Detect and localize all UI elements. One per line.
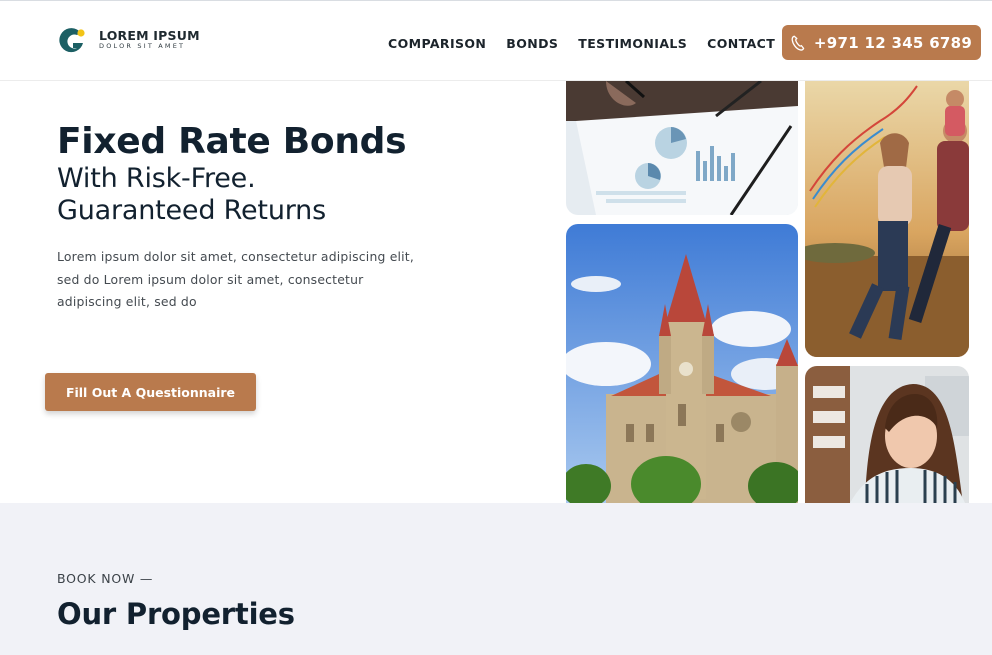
logo-tagline: DOLOR SIT AMET [99,42,186,50]
properties-section: BOOK NOW — Our Properties [0,503,992,655]
nav-testimonials[interactable]: TESTIMONIALS [578,36,687,51]
hero-description: Lorem ipsum dolor sit amet, consectetur … [57,249,415,309]
site-header: LOREM IPSUM DOLOR SIT AMET COMPARISON BO… [0,1,992,81]
nav-comparison[interactable]: COMPARISON [388,36,486,51]
questionnaire-button[interactable]: Fill Out A Questionnaire [45,373,256,411]
phone-number: +971 12 345 6789 [813,33,973,52]
logo-mark-icon [56,24,88,56]
phone-button[interactable]: +971 12 345 6789 [782,25,981,60]
hero-subtitle-line2: Guaranteed Returns [57,195,326,226]
hero-subtitle: With Risk-Free. Guaranteed Returns [57,163,326,227]
hero-title: Fixed Rate Bonds [57,121,407,162]
properties-title: Our Properties [57,597,295,631]
nav-bonds[interactable]: BONDS [506,36,558,51]
hero-subtitle-line1: With Risk-Free. [57,163,256,194]
chart-photo [566,81,798,215]
church-photo [566,224,798,503]
main-nav: COMPARISON BONDS TESTIMONIALS CONTACT [388,36,775,51]
logo[interactable]: LOREM IPSUM DOLOR SIT AMET [56,24,200,56]
phone-icon [791,35,805,51]
family-photo [805,81,969,357]
woman-laptop-photo [805,366,969,503]
properties-eyebrow: BOOK NOW — [57,571,154,586]
nav-contact[interactable]: CONTACT [707,36,775,51]
logo-name: LOREM IPSUM [99,28,200,43]
